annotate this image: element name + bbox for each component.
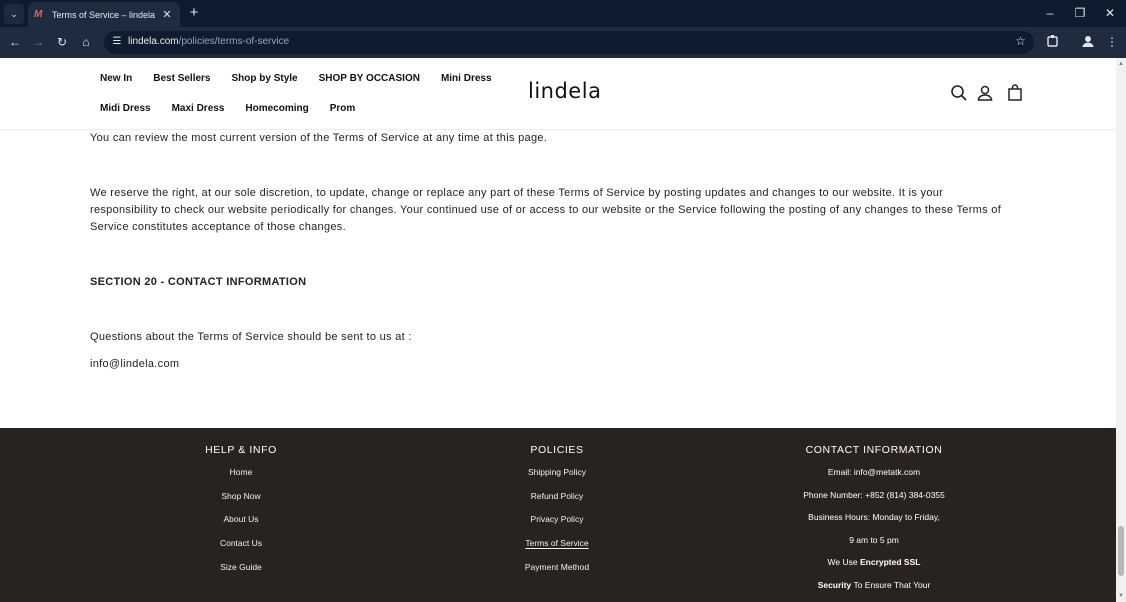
restore-icon[interactable]: ❐: [1070, 5, 1090, 21]
footer-link-shop-now[interactable]: Shop Now: [191, 491, 291, 515]
address-bar[interactable]: ☰ lindela.com/policies/terms-of-service …: [104, 31, 1034, 54]
scrollbar-thumb[interactable]: [1118, 526, 1124, 576]
footer-link-about-us[interactable]: About Us: [191, 514, 291, 538]
scroll-down-arrow-icon[interactable]: ▼: [1118, 593, 1124, 599]
extensions-puzzle-icon[interactable]: [1045, 34, 1061, 50]
footer-contact-phone: Phone Number: +852 (814) 384-0355: [803, 489, 945, 500]
back-arrow-icon[interactable]: ←: [7, 34, 23, 50]
main-menu-row-1: New In Best Sellers Shop by Style SHOP B…: [100, 73, 513, 84]
menu-midi-dress[interactable]: Midi Dress: [100, 103, 151, 114]
browser-tab-bar: ⌄ M Terms of Service – lindela ✕ + – ❐ ✕: [0, 0, 1126, 27]
site-header: New In Best Sellers Shop by Style SHOP B…: [0, 58, 1116, 130]
footer-security-line: Security To Ensure That Your: [817, 579, 931, 590]
terms-paragraph-review: You can review the most current version …: [90, 132, 548, 144]
footer-link-payment-method[interactable]: Payment Method: [507, 562, 607, 586]
footer-contact-title: CONTACT INFORMATION: [805, 444, 943, 456]
footer-business-time: 9 am to 5 pm: [849, 534, 899, 545]
browser-toolbar: ← → ↻ ⌂ ☰ lindela.com/policies/terms-of-…: [0, 27, 1126, 58]
menu-shop-by-style[interactable]: Shop by Style: [232, 73, 298, 84]
minimize-icon[interactable]: –: [1040, 5, 1060, 21]
url-text: lindela.com/policies/terms-of-service: [128, 36, 290, 47]
tab-close-icon[interactable]: ✕: [160, 8, 174, 21]
account-icon[interactable]: [976, 84, 994, 102]
terms-paragraph-questions: Questions about the Terms of Service sho…: [90, 331, 412, 343]
search-icon[interactable]: [950, 84, 968, 102]
footer-link-contact-us[interactable]: Contact Us: [191, 538, 291, 562]
menu-shop-by-occasion[interactable]: SHOP BY OCCASION: [319, 73, 420, 84]
menu-mini-dress[interactable]: Mini Dress: [441, 73, 492, 84]
site-logo[interactable]: lindela: [528, 79, 601, 103]
profile-icon[interactable]: [1080, 34, 1096, 50]
menu-new-in[interactable]: New In: [100, 73, 132, 84]
browser-menu-icon[interactable]: ⋮: [1104, 34, 1120, 50]
footer-help-info: HELP & INFO Home Shop Now About Us Conta…: [191, 444, 291, 585]
home-icon[interactable]: ⌂: [78, 34, 94, 50]
window-close-icon[interactable]: ✕: [1100, 5, 1120, 21]
footer-business-hours: Business Hours: Monday to Friday,: [808, 512, 940, 522]
section-heading: SECTION 20 - CONTACT INFORMATION: [90, 276, 307, 288]
footer-link-size-guide[interactable]: Size Guide: [191, 562, 291, 586]
menu-maxi-dress[interactable]: Maxi Dress: [172, 103, 225, 114]
page-scrollbar[interactable]: ▲ ▼: [1116, 58, 1126, 602]
bookmark-star-icon[interactable]: ☆: [1015, 34, 1026, 48]
footer-ssl-line: We Use Encrypted SSL: [827, 557, 921, 567]
footer-link-refund-policy[interactable]: Refund Policy: [507, 491, 607, 515]
contact-email-text: info@lindela.com: [90, 358, 180, 370]
scroll-up-arrow-icon[interactable]: ▲: [1118, 61, 1124, 67]
footer-policies-title: POLICIES: [530, 444, 584, 456]
cart-bag-icon[interactable]: [1006, 84, 1024, 102]
menu-best-sellers[interactable]: Best Sellers: [153, 73, 210, 84]
footer-link-shipping-policy[interactable]: Shipping Policy: [507, 467, 607, 491]
tab-list-chevron-icon[interactable]: ⌄: [4, 4, 24, 24]
main-menu-row-2: Midi Dress Maxi Dress Homecoming Prom: [100, 103, 376, 114]
menu-prom[interactable]: Prom: [330, 103, 356, 114]
footer-contact-info: CONTACT INFORMATION Email: info@metatk.c…: [774, 444, 974, 602]
reload-icon[interactable]: ↻: [54, 34, 70, 50]
site-favicon-icon: M: [34, 8, 43, 20]
footer-contact-email: Email: info@metatk.com: [827, 467, 921, 477]
footer-link-terms-of-service[interactable]: Terms of Service: [507, 538, 607, 562]
footer-help-title: HELP & INFO: [205, 444, 277, 456]
new-tab-plus-icon[interactable]: +: [186, 5, 202, 21]
tab-title: Terms of Service – lindela: [52, 9, 156, 20]
menu-homecoming[interactable]: Homecoming: [245, 103, 308, 114]
terms-paragraph-changes: We reserve the right, at our sole discre…: [90, 187, 1002, 233]
forward-arrow-icon[interactable]: →: [30, 34, 46, 50]
browser-tab-active[interactable]: M Terms of Service – lindela ✕: [28, 2, 180, 27]
footer-policies: POLICIES Shipping Policy Refund Policy P…: [507, 444, 607, 585]
site-settings-icon[interactable]: ☰: [110, 35, 124, 49]
footer-link-privacy-policy[interactable]: Privacy Policy: [507, 514, 607, 538]
footer-link-home[interactable]: Home: [191, 467, 291, 491]
site-footer: HELP & INFO Home Shop Now About Us Conta…: [0, 428, 1116, 602]
